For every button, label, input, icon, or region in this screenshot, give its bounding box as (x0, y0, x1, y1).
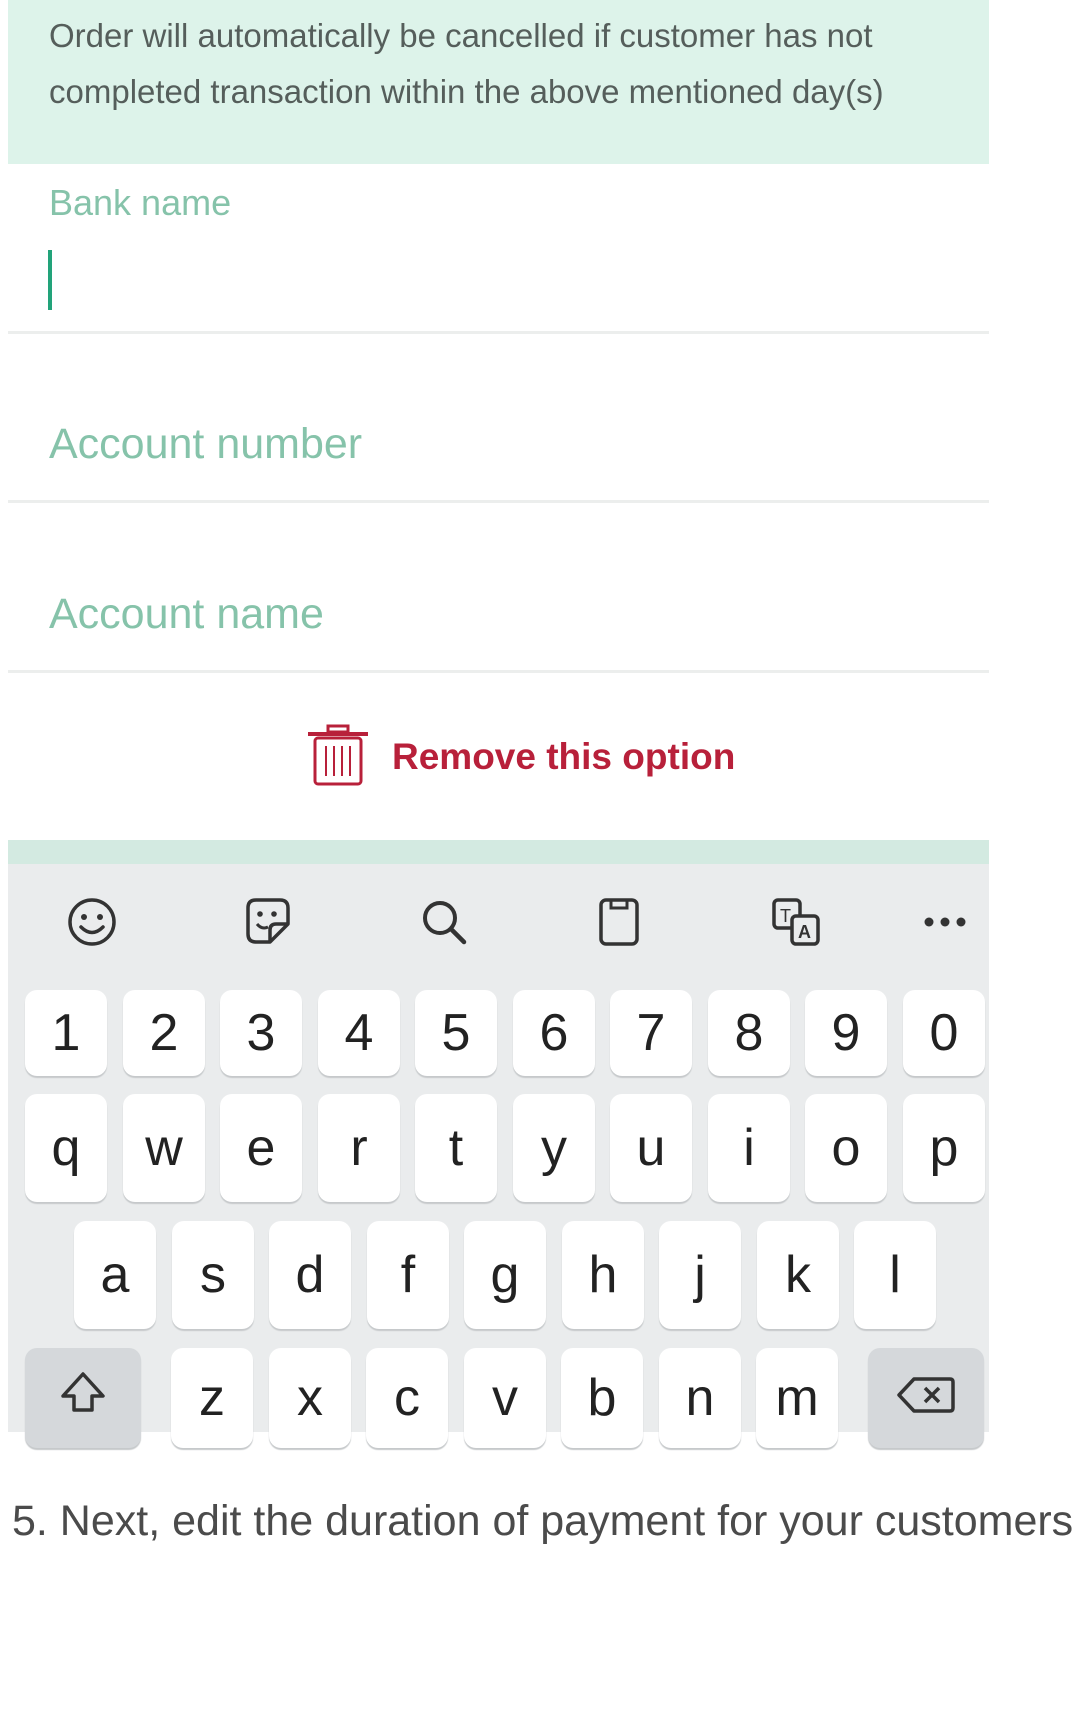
key-h[interactable]: h (562, 1221, 644, 1329)
svg-text:T: T (780, 906, 791, 926)
key-3[interactable]: 3 (220, 990, 302, 1076)
emoji-icon[interactable] (60, 890, 124, 954)
key-5[interactable]: 5 (415, 990, 497, 1076)
bank-name-field[interactable]: Bank name (8, 164, 989, 334)
key-e[interactable]: e (220, 1094, 302, 1202)
more-options-icon[interactable] (913, 890, 977, 954)
key-f[interactable]: f (367, 1221, 449, 1329)
key-x[interactable]: x (269, 1348, 351, 1448)
key-m[interactable]: m (756, 1348, 838, 1448)
key-v[interactable]: v (464, 1348, 546, 1448)
account-name-field[interactable]: Account name (8, 503, 989, 673)
on-screen-keyboard: TA 1234567890 qwertyuiop asdfghjkl zxcvb… (8, 840, 989, 1448)
key-o[interactable]: o (805, 1094, 887, 1202)
key-1[interactable]: 1 (25, 990, 107, 1076)
account-number-label: Account number (49, 420, 363, 468)
key-7[interactable]: 7 (610, 990, 692, 1076)
key-z[interactable]: z (171, 1348, 253, 1448)
key-a[interactable]: a (74, 1221, 156, 1329)
key-n[interactable]: n (659, 1348, 741, 1448)
search-icon[interactable] (412, 890, 476, 954)
key-l[interactable]: l (854, 1221, 936, 1329)
key-s[interactable]: s (172, 1221, 254, 1329)
keyboard-top-strip (8, 840, 989, 864)
key-p[interactable]: p (903, 1094, 985, 1202)
key-i[interactable]: i (708, 1094, 790, 1202)
key-g[interactable]: g (464, 1221, 546, 1329)
text-cursor (48, 250, 52, 310)
trash-icon (306, 722, 370, 793)
account-number-field[interactable]: Account number (8, 334, 989, 503)
sticker-icon[interactable] (236, 890, 300, 954)
key-u[interactable]: u (610, 1094, 692, 1202)
key-k[interactable]: k (757, 1221, 839, 1329)
key-8[interactable]: 8 (708, 990, 790, 1076)
remove-option-button[interactable]: Remove this option (306, 722, 735, 792)
key-t[interactable]: t (415, 1094, 497, 1202)
key-d[interactable]: d (269, 1221, 351, 1329)
shift-icon (57, 1366, 109, 1431)
notice-text: Order will automatically be cancelled if… (49, 17, 884, 110)
key-0[interactable]: 0 (903, 990, 985, 1076)
key-r[interactable]: r (318, 1094, 400, 1202)
tutorial-caption: 5. Next, edit the duration of payment fo… (12, 1497, 1074, 1545)
svg-text:A: A (798, 922, 811, 942)
key-4[interactable]: 4 (318, 990, 400, 1076)
screenshot: Order will automatically be cancelled if… (8, 0, 989, 1565)
key-j[interactable]: j (659, 1221, 741, 1329)
remove-option-label: Remove this option (392, 736, 736, 777)
key-9[interactable]: 9 (805, 990, 887, 1076)
auto-cancel-notice: Order will automatically be cancelled if… (8, 0, 989, 164)
key-w[interactable]: w (123, 1094, 205, 1202)
key-b[interactable]: b (561, 1348, 643, 1448)
backspace-icon (896, 1368, 956, 1428)
key-6[interactable]: 6 (513, 990, 595, 1076)
key-c[interactable]: c (366, 1348, 448, 1448)
key-2[interactable]: 2 (123, 990, 205, 1076)
key-q[interactable]: q (25, 1094, 107, 1202)
translate-icon[interactable]: TA (764, 890, 828, 954)
bank-name-label: Bank name (49, 182, 232, 223)
clipboard-icon[interactable] (587, 890, 651, 954)
backspace-key[interactable] (868, 1348, 984, 1448)
account-name-label: Account name (49, 590, 324, 638)
shift-key[interactable] (25, 1348, 141, 1448)
key-y[interactable]: y (513, 1094, 595, 1202)
